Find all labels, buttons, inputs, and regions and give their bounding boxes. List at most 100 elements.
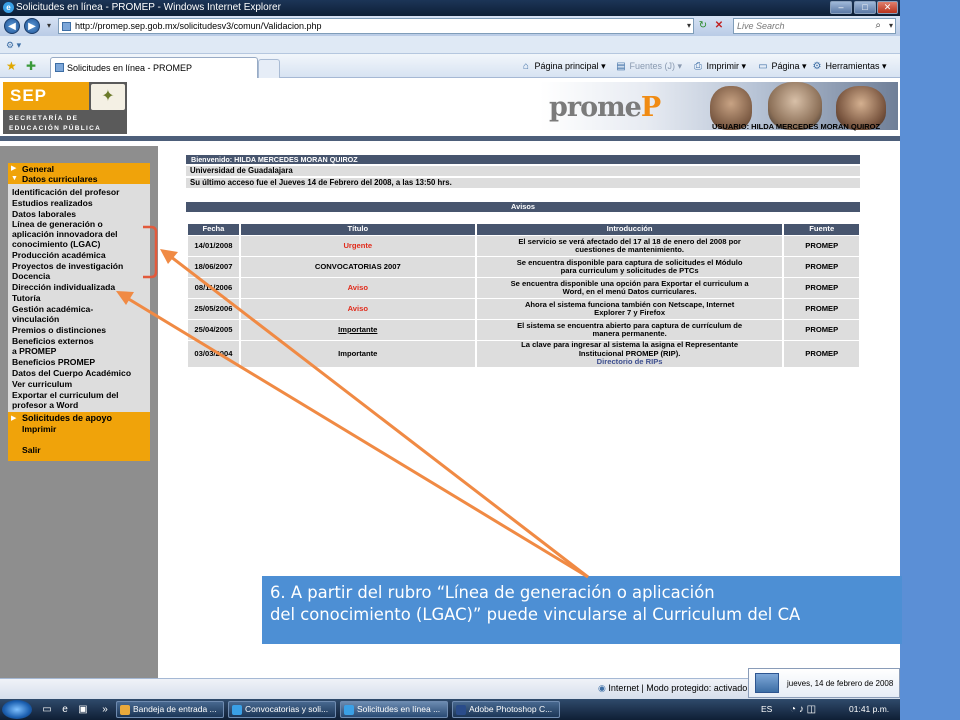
- quicklaunch-desktop-icon[interactable]: ▭: [40, 703, 54, 716]
- sidebar-item-direccion[interactable]: Dirección individualizada: [12, 282, 115, 293]
- sidebar-item-imprimir[interactable]: Imprimir: [22, 424, 56, 435]
- taskbar-item[interactable]: Bandeja de entrada ...: [116, 701, 224, 718]
- sidebar-item-gestion[interactable]: vinculación: [12, 314, 59, 325]
- url-dropdown-icon[interactable]: ▾: [687, 19, 691, 33]
- favorites-star-icon[interactable]: ★: [6, 59, 17, 73]
- tray-icons[interactable]: ◔ ♪ ◫: [790, 699, 816, 720]
- address-bar: ◀ ▶ ▾ http://promep.sep.gob.mx/solicitud…: [0, 16, 900, 36]
- sidebar-item-lgac[interactable]: conocimiento (LGAC): [12, 239, 100, 250]
- sep-line-1: SECRETARÍA DE: [9, 115, 79, 122]
- column-header-fecha: Fecha: [188, 224, 239, 235]
- callout-line-1: 6. A partir del rubro “Línea de generaci…: [270, 583, 715, 602]
- history-dropdown-icon[interactable]: ▾: [42, 19, 56, 33]
- sidebar-item-datos-curriculares[interactable]: Datos curriculares: [22, 174, 97, 185]
- search-input[interactable]: Live Search ⌕ ▾: [733, 18, 896, 34]
- sidebar-section-general: ▶ General ▼ Datos curriculares: [8, 163, 150, 184]
- taskbar-item[interactable]: Adobe Photoshop C...: [452, 701, 560, 718]
- sidebar-item-estudios[interactable]: Estudios realizados: [12, 198, 93, 209]
- taskbar-item-label: Bandeja de entrada ...: [133, 704, 217, 714]
- page-button[interactable]: ▭ Página ▾: [757, 58, 806, 74]
- cell-titulo[interactable]: Aviso: [240, 278, 475, 298]
- promep-logo: promeP: [549, 92, 661, 123]
- forward-button[interactable]: ▶: [24, 18, 40, 34]
- table-row: 08/11/2006 Aviso Se encuentra disponible u…: [188, 278, 859, 298]
- cell-fecha: 14/01/2008: [188, 236, 239, 256]
- search-icon[interactable]: ⌕: [875, 19, 881, 33]
- annotation-callout: 6. A partir del rubro “Línea de generaci…: [262, 576, 902, 644]
- sidebar-item-identificacion[interactable]: Identificación del profesor: [12, 187, 119, 198]
- url-text: http://promep.sep.gob.mx/solicitudesv3/c…: [75, 21, 322, 31]
- links-bar: ⚙ ▾: [0, 36, 900, 54]
- search-dropdown-icon[interactable]: ▾: [889, 19, 893, 33]
- language-indicator[interactable]: ES: [761, 699, 772, 720]
- feeds-icon: ▤: [616, 61, 626, 72]
- photoshop-icon: [456, 705, 466, 715]
- clock[interactable]: 01:41 p.m.: [849, 699, 889, 720]
- back-button[interactable]: ◀: [4, 18, 20, 34]
- zone-label: Internet | Modo protegido: activado: [608, 683, 748, 693]
- sidebar-item-beneficios-promep[interactable]: Beneficios PROMEP: [12, 357, 95, 368]
- print-button[interactable]: ⎙ Imprimir ▾: [692, 58, 746, 74]
- command-bar: ★ ✚ Solicitudes en línea - PROMEP ⌂ Pági…: [0, 54, 900, 78]
- refresh-icon[interactable]: ↻: [696, 19, 710, 33]
- taskbar-item[interactable]: Solicitudes en línea ...: [340, 701, 448, 718]
- cell-titulo[interactable]: Aviso: [240, 299, 475, 319]
- arrow-icon: ▶: [11, 165, 17, 172]
- feeds-button[interactable]: ▤ Fuentes (J) ▾: [615, 58, 682, 74]
- sep-logo: SEP ✦ SECRETARÍA DE EDUCACIÓN PÚBLICA: [3, 82, 127, 134]
- sidebar-item-ver-curriculum[interactable]: Ver curriculum: [12, 379, 72, 390]
- security-zone[interactable]: ◉ Internet | Modo protegido: activado: [598, 683, 747, 694]
- page-icon: [62, 22, 71, 31]
- add-favorites-icon[interactable]: ✚: [26, 59, 36, 73]
- stop-icon[interactable]: ✕: [712, 19, 726, 33]
- cell-titulo[interactable]: CONVOCATORIAS 2007: [240, 257, 475, 277]
- home-label: Página principal: [534, 61, 599, 71]
- ie-icon: [344, 705, 354, 715]
- sep-line-2: EDUCACIÓN PÚBLICA: [9, 125, 102, 132]
- sidebar-item-solicitudes[interactable]: Solicitudes de apoyo: [22, 413, 112, 424]
- cell-fuente: PROMEP: [784, 236, 859, 256]
- university-label: Universidad de Guadalajara: [186, 166, 860, 176]
- cell-titulo[interactable]: Importante: [240, 320, 475, 340]
- directorio-link[interactable]: Directorio de RIPs: [479, 357, 781, 367]
- quicklaunch-more-icon[interactable]: »: [98, 703, 112, 716]
- avisos-table: Fecha Título Introducción Fuente 14/01/2…: [186, 223, 861, 368]
- search-placeholder: Live Search: [737, 21, 785, 31]
- tab-promep[interactable]: Solicitudes en línea - PROMEP: [50, 57, 258, 78]
- url-field[interactable]: http://promep.sep.gob.mx/solicitudesv3/c…: [58, 18, 694, 34]
- page-label: Página: [771, 61, 800, 71]
- cell-fecha: 25/04/2005: [188, 320, 239, 340]
- intro-line: Explorer 7 y Firefox: [594, 308, 666, 317]
- cell-introduccion: Se encuentra disponible una opción para …: [476, 278, 783, 298]
- window-title: Solicitudes en línea - PROMEP - Windows …: [16, 2, 281, 13]
- sidebar-item-beneficios-externos[interactable]: a PROMEP: [12, 346, 56, 357]
- maximize-button[interactable]: □: [854, 1, 876, 14]
- sidebar-menu: ▶ General ▼ Datos curriculares Identific…: [8, 163, 150, 461]
- intro-line: Word, en el menú Datos curriculares.: [562, 287, 697, 296]
- sidebar-item-docencia[interactable]: Docencia: [12, 271, 50, 282]
- last-access-label: Su último acceso fue el Jueves 14 de Feb…: [186, 178, 860, 188]
- eagle-emblem-icon: ✦: [91, 84, 125, 110]
- start-button[interactable]: [2, 700, 32, 719]
- links-icon[interactable]: ⚙ ▾: [6, 40, 21, 50]
- quicklaunch-folder-icon[interactable]: ▣: [76, 703, 90, 716]
- close-button[interactable]: ✕: [877, 1, 898, 14]
- cell-titulo[interactable]: Importante: [240, 341, 475, 367]
- sidebar-item-exportar[interactable]: profesor a Word: [12, 400, 78, 411]
- quicklaunch-ie-icon[interactable]: e: [58, 703, 72, 716]
- sidebar-item-salir[interactable]: Salir: [22, 445, 41, 456]
- cell-fuente: PROMEP: [784, 299, 859, 319]
- new-tab-button[interactable]: [258, 59, 280, 78]
- cell-titulo[interactable]: Urgente: [240, 236, 475, 256]
- sidebar-item-cuerpo-academico[interactable]: Datos del Cuerpo Académico: [12, 368, 131, 379]
- tools-button[interactable]: ⚙ Herramientas ▾: [811, 58, 887, 74]
- taskbar-item[interactable]: Convocatorias y soli...: [228, 701, 336, 718]
- page-menu-icon: ▭: [758, 61, 768, 72]
- sidebar-item-produccion[interactable]: Producción académica: [12, 250, 106, 261]
- minimize-button[interactable]: –: [830, 1, 852, 14]
- home-button[interactable]: ⌂ Página principal ▾: [520, 58, 606, 74]
- welcome-bar: Bienvenido: HILDA MERCEDES MORAN QUIROZ: [186, 155, 860, 164]
- sidebar-item-tutoria[interactable]: Tutoría: [12, 293, 40, 304]
- sidebar-item-premios[interactable]: Premios o distinciones: [12, 325, 106, 336]
- cell-introduccion: Se encuentra disponible para captura de …: [476, 257, 783, 277]
